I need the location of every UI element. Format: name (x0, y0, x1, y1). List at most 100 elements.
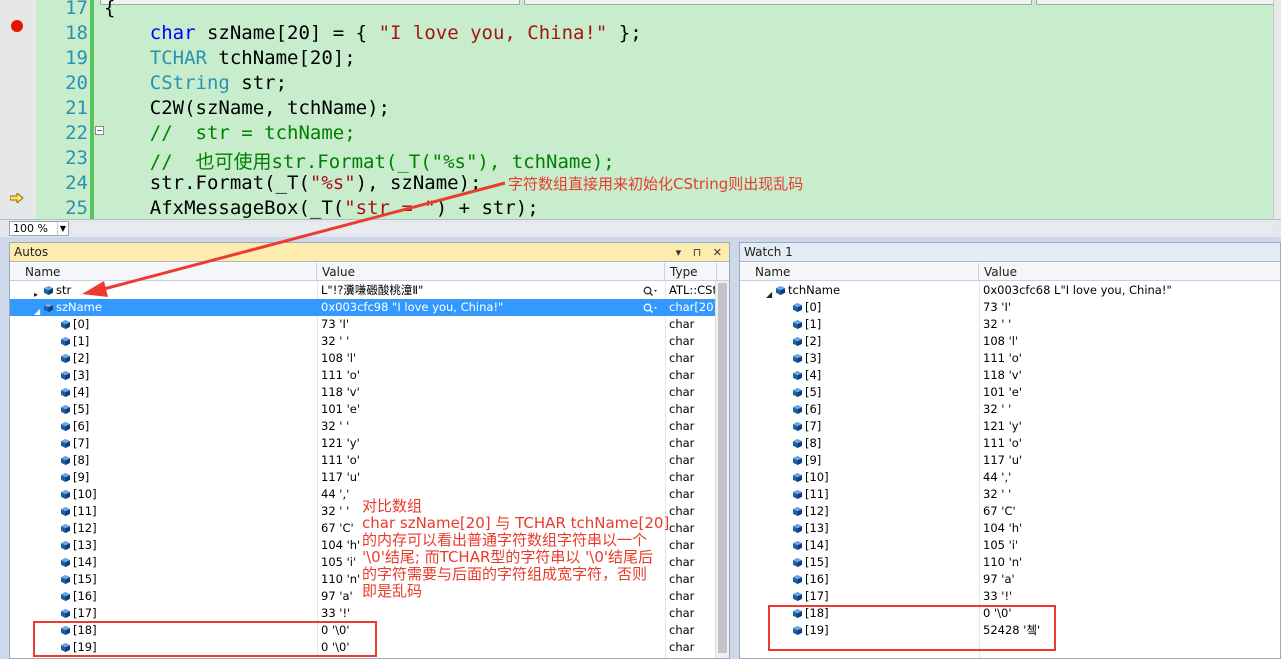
array-element-row[interactable]: [3] 111 'o' (740, 350, 1280, 367)
column-name[interactable]: Name (750, 263, 979, 281)
variable-value[interactable]: 67 'C' (983, 503, 1279, 520)
variable-type: char (669, 453, 695, 467)
variable-value[interactable]: 0x003cfc98 "I love you, China!" (321, 299, 665, 316)
array-element-row[interactable]: [12] 67 'C' (740, 503, 1280, 520)
variable-value[interactable]: 121 'y' (983, 418, 1279, 435)
variable-value[interactable]: 110 'n' (983, 554, 1279, 571)
array-element-row[interactable]: [8] 111 'o' char (10, 452, 716, 469)
array-element-row[interactable]: [5] 101 'e' char (10, 401, 716, 418)
code-editor[interactable]: 17 18 19 20 21 22 23 24 25 − { char szName[20] =… (0, 0, 1281, 219)
variable-value[interactable]: 32 ' ' (983, 401, 1279, 418)
array-element-row[interactable]: [13] 104 'h' (740, 520, 1280, 537)
variable-value[interactable]: 73 'I' (321, 316, 665, 333)
array-element-row[interactable]: [10] 44 ',' (740, 469, 1280, 486)
variable-value[interactable]: 108 'l' (321, 350, 665, 367)
variable-type: ATL::CSt (669, 283, 715, 297)
array-element-row[interactable]: [0] 73 'I' char (10, 316, 716, 333)
variable-value[interactable]: 111 'o' (983, 435, 1279, 452)
variable-value[interactable]: 118 'v' (321, 384, 665, 401)
variable-value[interactable]: 117 'u' (321, 469, 665, 486)
variable-value[interactable]: 111 'o' (983, 350, 1279, 367)
variable-type: char (669, 640, 695, 654)
array-element-row[interactable]: [7] 121 'y' (740, 418, 1280, 435)
array-element-row[interactable]: [9] 117 'u' char (10, 469, 716, 486)
collapse-icon[interactable]: − (95, 126, 104, 135)
array-element-row[interactable]: [5] 101 'e' (740, 384, 1280, 401)
variable-value[interactable]: 73 'I' (983, 299, 1279, 316)
column-value[interactable]: Value (317, 263, 665, 281)
array-element-row[interactable]: [16] 97 'a' (740, 571, 1280, 588)
array-element-row[interactable]: [2] 108 'l' (740, 333, 1280, 350)
variable-value[interactable]: 111 'o' (321, 452, 665, 469)
code-line[interactable]: // str = tchName; (104, 122, 356, 144)
autos-title-bar[interactable]: Autos ▾ ⊓ ✕ (10, 243, 729, 262)
code-line[interactable]: { (104, 0, 115, 19)
scroll-thumb[interactable] (718, 283, 727, 653)
array-element-row[interactable]: [11] 32 ' ' (740, 486, 1280, 503)
variable-value[interactable]: 104 'h' (983, 520, 1279, 537)
editor-vertical-scrollbar[interactable] (1273, 0, 1281, 219)
variable-value[interactable]: 118 'v' (983, 367, 1279, 384)
variable-name: [9] (805, 453, 822, 467)
array-element-row[interactable]: [4] 118 'v' char (10, 384, 716, 401)
code-line[interactable]: TCHAR tchName[20]; (104, 47, 356, 69)
variable-value[interactable]: 33 '!' (983, 588, 1279, 605)
column-name[interactable]: Name (20, 263, 317, 281)
array-element-row[interactable]: [17] 33 '!' char (10, 605, 716, 622)
variable-value[interactable]: 44 ',' (983, 469, 1279, 486)
variable-value[interactable]: L"!?瀵嗛磤酸桃潼Ⅱ" (321, 282, 665, 299)
code-token: str.Format(_T( (104, 172, 310, 194)
code-line[interactable]: C2W(szName, tchName); (104, 97, 390, 119)
code-line[interactable]: // 也可使用str.Format(_T("%s"), tchName); (104, 147, 615, 174)
array-element-row[interactable]: [6] 32 ' ' (740, 401, 1280, 418)
array-element-row[interactable]: [0] 73 'I' (740, 299, 1280, 316)
variable-row[interactable]: ▸ str L"!?瀵嗛磤酸桃潼Ⅱ" ATL::CSt (10, 282, 716, 299)
variable-value[interactable]: 32 ' ' (983, 316, 1279, 333)
column-value[interactable]: Value (979, 263, 1280, 281)
array-element-row[interactable]: [3] 111 'o' char (10, 367, 716, 384)
watch-title-bar[interactable]: Watch 1 (740, 243, 1280, 262)
array-element-row[interactable]: [1] 32 ' ' (740, 316, 1280, 333)
variable-value[interactable]: 105 'i' (983, 537, 1279, 554)
variable-value[interactable]: 121 'y' (321, 435, 665, 452)
array-element-row[interactable]: [1] 32 ' ' char (10, 333, 716, 350)
array-element-row[interactable]: [15] 110 'n' (740, 554, 1280, 571)
array-element-row[interactable]: [7] 121 'y' char (10, 435, 716, 452)
chevron-down-icon[interactable]: ▼ (57, 222, 68, 235)
visualizer-search-icon[interactable] (643, 285, 657, 297)
variable-value[interactable]: 32 ' ' (321, 333, 665, 350)
variable-icon (793, 388, 802, 397)
variable-row[interactable]: ◢ tchName 0x003cfc68 L"I love you, China!" (740, 282, 1280, 299)
variable-value[interactable]: 101 'e' (321, 401, 665, 418)
variable-row[interactable]: ◢ szName 0x003cfc98 "I love you, China!" ch… (10, 299, 716, 316)
zoom-dropdown[interactable]: 100 % ▼ (9, 221, 69, 236)
array-element-row[interactable]: [14] 105 'i' (740, 537, 1280, 554)
editor-horizontal-scrollbar[interactable] (72, 223, 1272, 234)
variable-value[interactable]: 117 'u' (983, 452, 1279, 469)
array-element-row[interactable]: [6] 32 ' ' char (10, 418, 716, 435)
array-element-row[interactable]: [9] 117 'u' (740, 452, 1280, 469)
code-line[interactable]: CString str; (104, 72, 287, 94)
code-line[interactable]: AfxMessageBox(_T("str = ") + str); (104, 197, 539, 219)
variable-value[interactable]: 97 'a' (983, 571, 1279, 588)
variable-value[interactable]: 32 ' ' (983, 486, 1279, 503)
variable-value[interactable]: 33 '!' (321, 605, 665, 622)
autos-vertical-scrollbar[interactable] (715, 281, 729, 658)
variable-value[interactable]: 111 'o' (321, 367, 665, 384)
array-element-row[interactable]: [17] 33 '!' (740, 588, 1280, 605)
indicator-margin[interactable] (0, 0, 36, 219)
breakpoint-icon[interactable] (11, 20, 23, 32)
variable-value[interactable]: 101 'e' (983, 384, 1279, 401)
variable-name: [7] (73, 436, 90, 450)
column-type[interactable]: Type (665, 263, 717, 281)
array-element-row[interactable]: [2] 108 'l' char (10, 350, 716, 367)
variable-value[interactable]: 108 'l' (983, 333, 1279, 350)
window-buttons[interactable]: ▾ ⊓ ✕ (676, 243, 726, 262)
code-line[interactable]: str.Format(_T("%s"), szName); (104, 172, 482, 194)
array-element-row[interactable]: [4] 118 'v' (740, 367, 1280, 384)
code-line[interactable]: char szName[20] = { "I love you, China!"… (104, 22, 642, 44)
variable-value[interactable]: 32 ' ' (321, 418, 665, 435)
array-element-row[interactable]: [8] 111 'o' (740, 435, 1280, 452)
visualizer-search-icon[interactable] (643, 302, 657, 314)
variable-value[interactable]: 0x003cfc68 L"I love you, China!" (983, 282, 1279, 299)
